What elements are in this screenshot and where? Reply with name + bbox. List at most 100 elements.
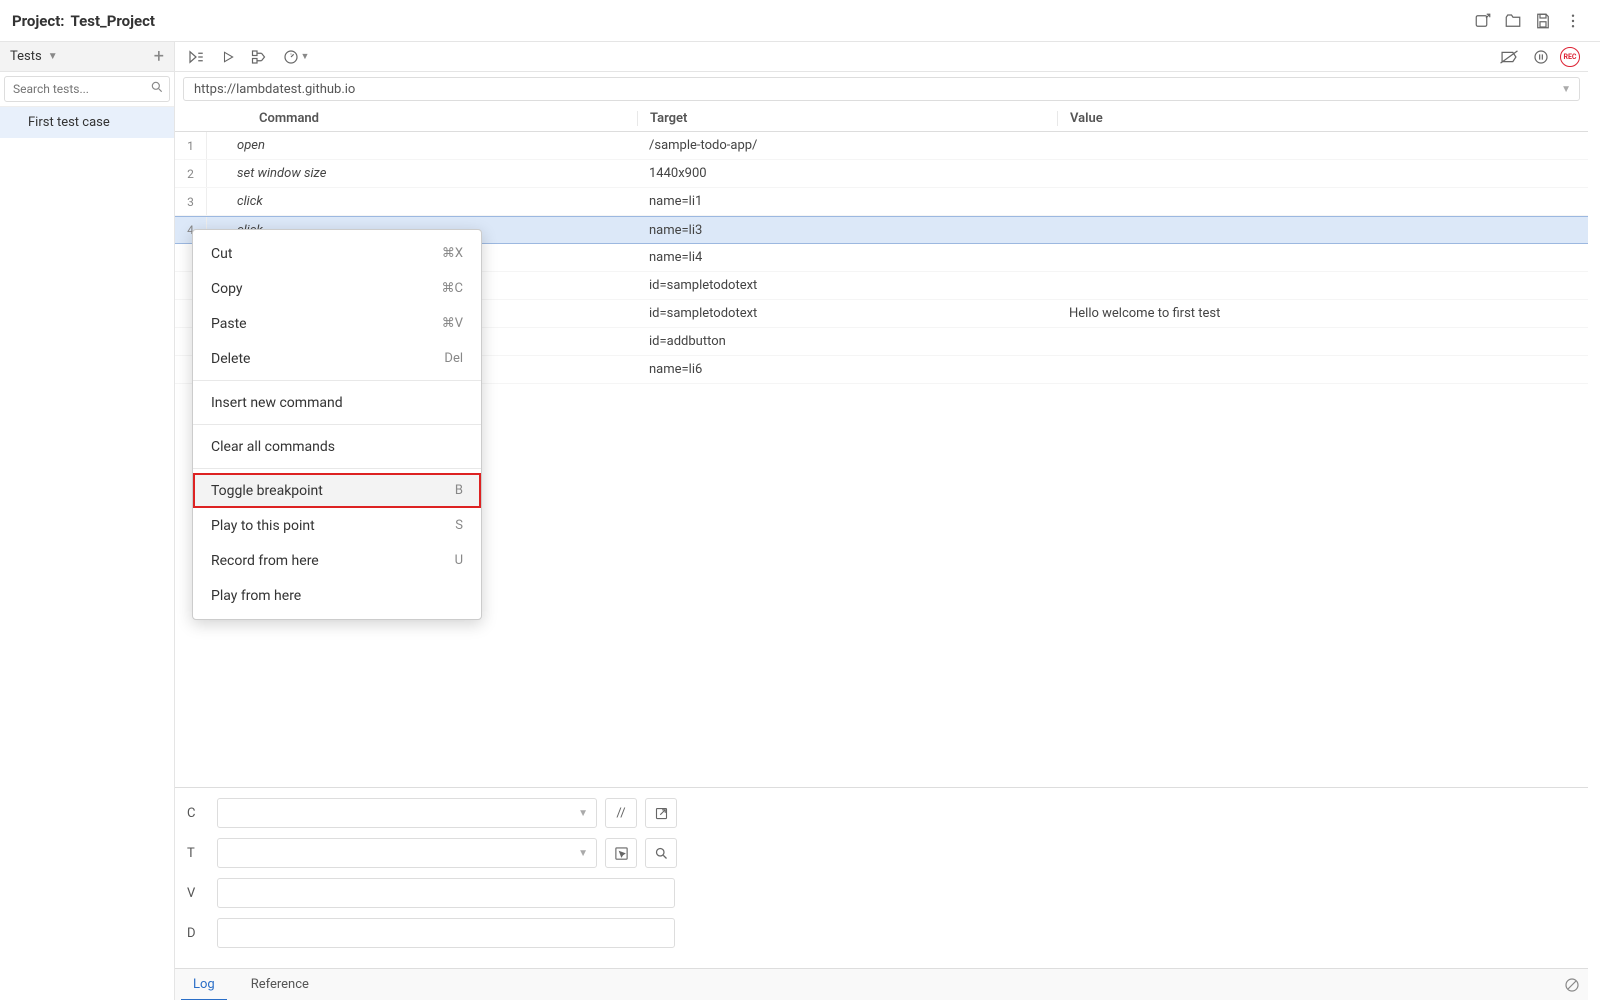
menu-item-label: Clear all commands xyxy=(211,439,335,455)
sidebar-header[interactable]: Tests ▼ + xyxy=(0,42,174,72)
menu-item-label: Record from here xyxy=(211,553,319,569)
base-url-text: https://lambdatest.github.io xyxy=(194,82,355,97)
run-icon[interactable] xyxy=(215,44,241,70)
test-item[interactable]: First test case xyxy=(0,107,174,138)
menu-item-label: Copy xyxy=(211,281,243,297)
editor-value-input[interactable] xyxy=(217,878,675,908)
search-tests-input[interactable] xyxy=(4,76,170,102)
save-icon[interactable] xyxy=(1528,6,1558,36)
comment-button[interactable]: // xyxy=(605,798,637,828)
row-target: 1440x900 xyxy=(637,166,1057,181)
speed-icon[interactable]: ▼ xyxy=(279,44,313,70)
tab-log[interactable]: Log xyxy=(175,969,233,1000)
menu-shortcut: B xyxy=(455,483,463,498)
menu-shortcut: ⌘V xyxy=(442,316,463,331)
menu-item-label: Play from here xyxy=(211,588,301,604)
menu-shortcut: U xyxy=(455,553,463,568)
row-number: 1 xyxy=(175,132,207,159)
table-row[interactable]: 3clickname=li1 xyxy=(175,188,1588,216)
menu-separator xyxy=(193,424,481,425)
select-target-icon[interactable] xyxy=(605,838,637,868)
row-target: id=sampletodotext xyxy=(637,306,1057,321)
find-target-icon[interactable] xyxy=(645,838,677,868)
row-number: 3 xyxy=(175,188,207,215)
pause-on-exception-icon[interactable] xyxy=(1528,44,1554,70)
clear-log-icon[interactable] xyxy=(1556,969,1588,1000)
table-row[interactable]: 1open/sample-todo-app/ xyxy=(175,132,1588,160)
context-menu: Cut ⌘X Copy ⌘C Paste ⌘V Delete Del Insert new co… xyxy=(192,229,482,620)
menu-item[interactable]: Insert new command xyxy=(193,385,481,420)
titlebar: Project: Test_Project xyxy=(0,0,1600,42)
editor-target-input[interactable]: ▼ xyxy=(217,838,597,868)
menu-item[interactable]: Copy ⌘C xyxy=(193,271,481,306)
open-new-window-icon[interactable] xyxy=(645,798,677,828)
row-command: open xyxy=(207,138,637,153)
row-target: id=sampletodotext xyxy=(637,278,1057,293)
base-url-input[interactable]: https://lambdatest.github.io ▼ xyxy=(183,77,1580,101)
menu-item[interactable]: Record from here U xyxy=(193,543,481,578)
project-label: Project: xyxy=(12,12,65,30)
bottom-tabs: Log Reference xyxy=(175,968,1588,1000)
menu-item[interactable]: Play from here xyxy=(193,578,481,613)
row-target: name=li3 xyxy=(637,223,1057,238)
menu-item-label: Cut xyxy=(211,246,232,262)
editor-value-label: V xyxy=(187,886,217,901)
row-value: Hello welcome to first test xyxy=(1057,306,1588,321)
menu-item[interactable]: Play to this point S xyxy=(193,508,481,543)
row-target: name=li1 xyxy=(637,194,1057,209)
row-target: /sample-todo-app/ xyxy=(637,138,1057,153)
row-command: click xyxy=(207,194,637,209)
caret-down-icon: ▼ xyxy=(48,51,58,62)
record-button[interactable]: REC xyxy=(1560,47,1580,67)
menu-item-label: Toggle breakpoint xyxy=(211,483,323,499)
menu-shortcut: ⌘C xyxy=(442,281,463,296)
add-test-button[interactable]: + xyxy=(154,46,164,67)
toolbar: ▼ REC xyxy=(175,42,1588,72)
row-command: set window size xyxy=(207,166,637,181)
test-list: First test case xyxy=(0,107,174,1000)
menu-item[interactable]: Cut ⌘X xyxy=(193,236,481,271)
editor-target-label: T xyxy=(187,846,217,861)
dropdown-icon: ▼ xyxy=(578,848,588,859)
menu-separator xyxy=(193,380,481,381)
menu-shortcut: ⌘X xyxy=(442,246,463,261)
disable-breakpoints-icon[interactable] xyxy=(1496,44,1522,70)
menu-item[interactable]: Clear all commands xyxy=(193,429,481,464)
sidebar: Tests ▼ + First test case xyxy=(0,42,175,1000)
new-project-icon[interactable] xyxy=(1468,6,1498,36)
row-target: name=li4 xyxy=(637,250,1057,265)
row-number: 2 xyxy=(175,160,207,187)
grid-header: Command Target Value xyxy=(175,106,1588,132)
editor-command-input[interactable]: ▼ xyxy=(217,798,597,828)
row-target: id=addbutton xyxy=(637,334,1057,349)
col-command: Command xyxy=(207,111,637,126)
tab-reference[interactable]: Reference xyxy=(233,969,327,1000)
table-row[interactable]: 2set window size1440x900 xyxy=(175,160,1588,188)
run-all-icon[interactable] xyxy=(183,44,209,70)
menu-separator xyxy=(193,468,481,469)
command-editor: C ▼ // T ▼ xyxy=(175,787,1588,968)
col-target: Target xyxy=(637,111,1057,126)
menu-shortcut: Del xyxy=(444,351,463,366)
dropdown-icon: ▼ xyxy=(578,808,588,819)
url-dropdown-icon[interactable]: ▼ xyxy=(1561,84,1571,95)
menu-item[interactable]: Paste ⌘V xyxy=(193,306,481,341)
menu-shortcut: S xyxy=(455,518,463,533)
row-target: name=li6 xyxy=(637,362,1057,377)
search-icon[interactable] xyxy=(150,80,164,98)
col-value: Value xyxy=(1057,111,1588,126)
editor-command-label: C xyxy=(187,806,217,821)
editor-desc-label: D xyxy=(187,926,217,941)
menu-item-label: Play to this point xyxy=(211,518,315,534)
editor-desc-input[interactable] xyxy=(217,918,675,948)
more-menu-icon[interactable] xyxy=(1558,6,1588,36)
open-project-icon[interactable] xyxy=(1498,6,1528,36)
step-icon[interactable] xyxy=(247,44,273,70)
menu-item-label: Insert new command xyxy=(211,395,343,411)
sidebar-title: Tests xyxy=(10,49,42,64)
menu-item-label: Paste xyxy=(211,316,247,332)
project-name: Test_Project xyxy=(71,12,155,30)
menu-item[interactable]: Delete Del xyxy=(193,341,481,376)
menu-item-label: Delete xyxy=(211,351,250,367)
menu-item[interactable]: Toggle breakpoint B xyxy=(193,473,481,508)
